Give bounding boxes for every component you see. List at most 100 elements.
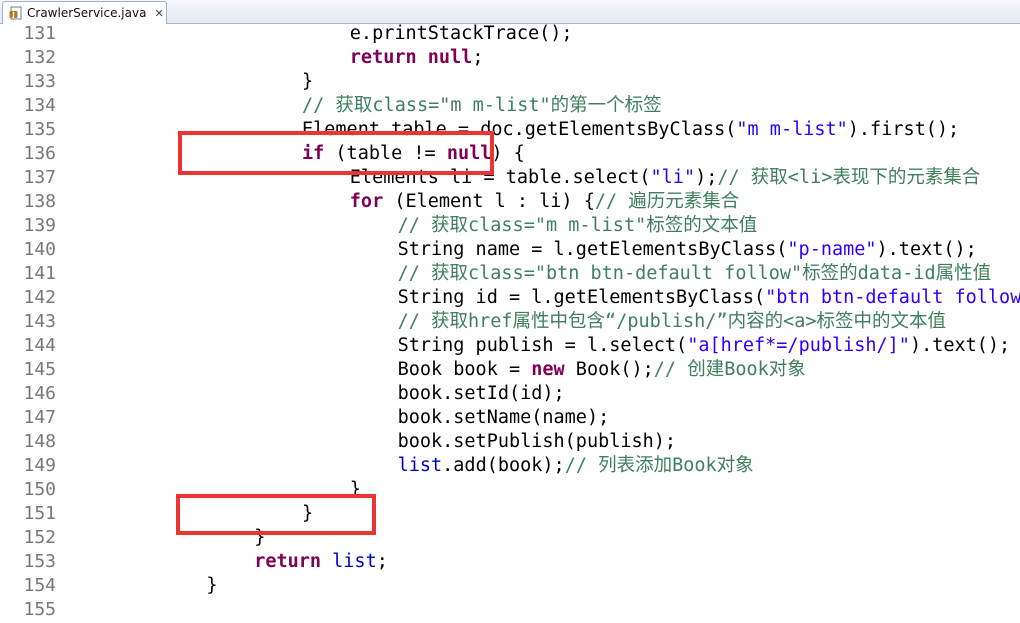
code-string: "li" — [650, 167, 696, 188]
line-number: 143 — [23, 311, 56, 332]
code-line[interactable]: 143 // 获取href属性中包含“/publish/”内容的<a>标签中的文本… — [0, 310, 1020, 334]
code-line[interactable]: 152} — [0, 526, 1020, 550]
close-icon[interactable]: ✕ — [154, 7, 163, 20]
line-code: } — [302, 70, 313, 94]
code-comment: // 获取class="m m-list"的第一个标签 — [302, 95, 662, 116]
line-code: // 获取class="m m-list"标签的文本值 — [398, 214, 758, 238]
code-line[interactable]: 145 Book book = new Book();// 创建Book对象 — [0, 358, 1020, 382]
code-string: "btn btn-default follow" — [765, 287, 1020, 308]
editor-tab-bar: J CrawlerService.java ✕ — [0, 0, 1020, 24]
line-code: book.setName(name); — [398, 406, 610, 430]
code-text: book.setPublish(publish); — [397, 431, 677, 452]
code-comment: // 获取href属性中包含“/publish/”内容的<a>标签中的文本值 — [397, 311, 946, 332]
line-number: 144 — [23, 335, 56, 356]
line-code: e.printStackTrace(); — [350, 24, 573, 46]
code-line[interactable]: 146 book.setId(id); — [0, 382, 1020, 406]
line-code: book.setId(id); — [398, 382, 565, 406]
code-text: ) { — [491, 143, 525, 164]
code-line[interactable]: 149 list.add(book);// 列表添加Book对象 — [0, 454, 1020, 478]
code-text: } — [206, 575, 218, 596]
code-keyword: new — [531, 359, 565, 380]
tab-label: CrawlerService.java — [27, 6, 147, 20]
code-line[interactable]: 135 Element table = doc.getElementsByClas… — [0, 118, 1020, 142]
line-number: 153 — [23, 551, 56, 572]
code-line[interactable]: 140 String name = l.getElementsByClass("p… — [0, 238, 1020, 262]
code-text: (table != — [324, 143, 447, 164]
code-text: ).first(); — [847, 119, 960, 140]
code-keyword: return — [349, 47, 417, 68]
line-code: // 获取href属性中包含“/publish/”内容的<a>标签中的文本值 — [398, 310, 946, 334]
line-number: 148 — [23, 431, 56, 452]
line-code: } — [350, 478, 361, 502]
code-line[interactable]: 151} — [0, 502, 1020, 526]
line-number: 135 — [23, 119, 56, 140]
line-code: list.add(book);// 列表添加Book对象 — [398, 454, 754, 478]
code-line[interactable]: 141 // 获取class="btn btn-default follow"标签… — [0, 262, 1020, 286]
code-text: } — [302, 71, 314, 92]
line-code: } — [206, 574, 217, 598]
java-file-icon: J — [9, 6, 23, 20]
line-number: 139 — [23, 215, 56, 236]
code-text: ; — [472, 47, 484, 68]
line-number: 132 — [23, 47, 56, 68]
line-code: return list; — [254, 550, 388, 574]
line-number: 138 — [23, 191, 56, 212]
code-line[interactable]: 154} — [0, 574, 1020, 598]
tab-crawler-service[interactable]: J CrawlerService.java ✕ — [2, 1, 167, 24]
code-line[interactable]: 147 book.setName(name); — [0, 406, 1020, 430]
line-number: 155 — [23, 599, 56, 620]
code-line[interactable]: 131 e.printStackTrace(); — [0, 24, 1020, 46]
line-number: 152 — [23, 527, 56, 548]
code-text: e.printStackTrace(); — [349, 24, 573, 44]
code-text: Element table = doc.getElementsByClass( — [302, 119, 737, 140]
code-text: } — [349, 479, 361, 500]
code-line[interactable]: 137 Elements li = table.select("li");// 获… — [0, 166, 1020, 190]
code-line[interactable]: 133} — [0, 70, 1020, 94]
line-number: 140 — [23, 239, 56, 260]
line-number: 134 — [23, 95, 56, 116]
code-line[interactable]: 139 // 获取class="m m-list"标签的文本值 — [0, 214, 1020, 238]
code-comment: // 创建Book对象 — [653, 359, 806, 380]
line-number: 142 — [23, 287, 56, 308]
line-code: } — [302, 502, 313, 526]
code-string: "m m-list" — [736, 119, 848, 140]
line-code: String id = l.getElementsByClass("btn bt… — [398, 286, 1020, 310]
code-line[interactable]: 155 — [0, 598, 1020, 622]
code-line[interactable]: 132 return null; — [0, 46, 1020, 70]
line-code: Elements li = table.select("li");// 获取<l… — [350, 166, 981, 190]
code-line[interactable]: 142 String id = l.getElementsByClass("btn… — [0, 286, 1020, 310]
line-number: 141 — [23, 263, 56, 284]
line-code: } — [254, 526, 265, 550]
code-keyword: for — [349, 191, 384, 212]
code-comment: // 获取class="m m-list"标签的文本值 — [397, 215, 758, 236]
line-code: book.setPublish(publish); — [398, 430, 676, 454]
code-line[interactable]: 153 return list; — [0, 550, 1020, 574]
code-text: ; — [376, 551, 388, 572]
code-field: list — [332, 551, 377, 572]
code-text: ).text(); — [909, 335, 1011, 356]
line-code: return null; — [350, 46, 484, 70]
code-string: "p-name" — [787, 239, 877, 260]
line-number: 136 — [23, 143, 56, 164]
code-editor[interactable]: 131 e.printStackTrace(); 132 return null; 13… — [0, 24, 1020, 623]
code-text: ); — [695, 167, 718, 188]
code-keyword: null — [446, 143, 492, 164]
line-code: String name = l.getElementsByClass("p-na… — [398, 238, 977, 262]
code-comment: // 列表添加Book对象 — [564, 455, 754, 476]
code-comment: // 遍历元素集合 — [594, 191, 740, 212]
code-string: "a[href*=/publish/]" — [687, 335, 910, 356]
line-code: for (Element l : li) {// 遍历元素集合 — [350, 190, 739, 214]
code-line[interactable]: 138 for (Element l : li) {// 遍历元素集合 — [0, 190, 1020, 214]
code-line[interactable]: 148 book.setPublish(publish); — [0, 430, 1020, 454]
line-number: 150 — [23, 479, 56, 500]
code-line[interactable]: 136 if (table != null) { — [0, 142, 1020, 166]
code-keyword: null — [427, 47, 473, 68]
code-line[interactable]: 144 String publish = l.select("a[href*=/p… — [0, 334, 1020, 358]
code-line[interactable]: 134 // 获取class="m m-list"的第一个标签 — [0, 94, 1020, 118]
code-line[interactable]: 150} — [0, 478, 1020, 502]
line-code: // 获取class="m m-list"的第一个标签 — [302, 94, 662, 118]
line-code: if (table != null) { — [302, 142, 525, 166]
svg-text:J: J — [11, 11, 15, 19]
